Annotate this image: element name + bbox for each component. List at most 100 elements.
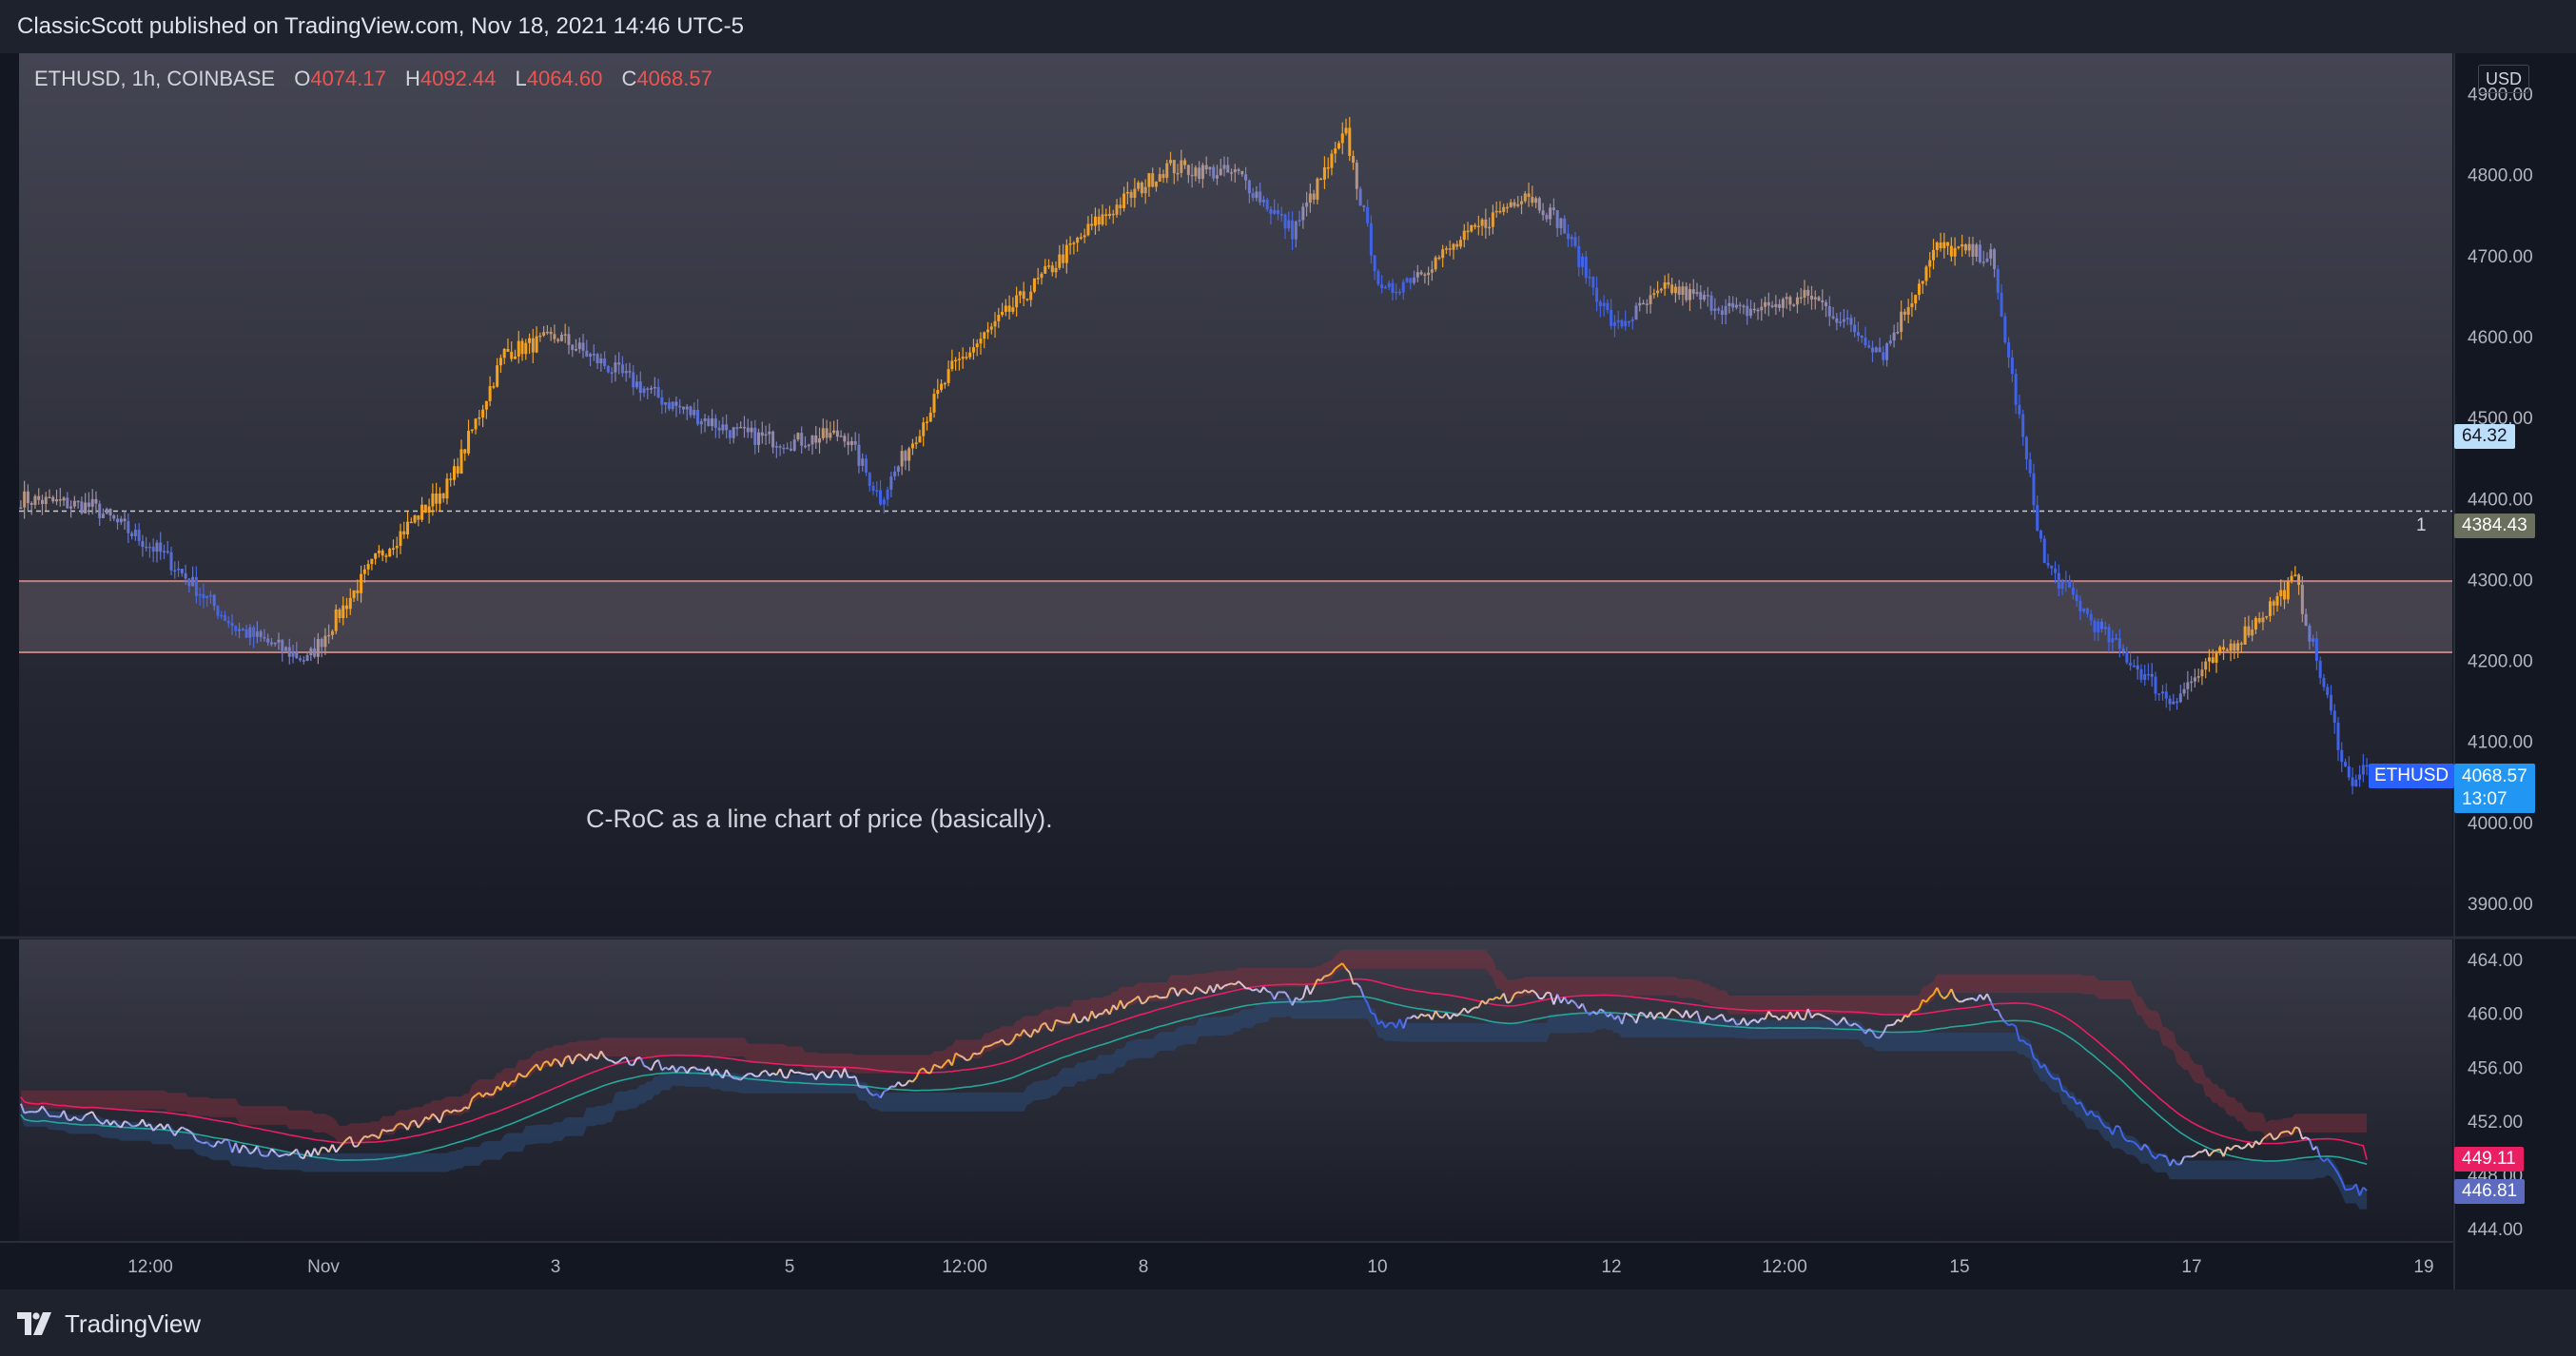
osc-price-segment bbox=[2294, 1126, 2299, 1130]
osc-price-segment bbox=[2105, 1126, 2110, 1130]
osc-axis-tick: 464.00 bbox=[2468, 951, 2523, 971]
osc-price-segment bbox=[1489, 998, 1493, 1001]
last-price-value: 4068.57 bbox=[2462, 766, 2527, 786]
osc-axis-tick: 460.00 bbox=[2468, 1005, 2523, 1025]
candle bbox=[1434, 255, 1437, 272]
chart-area[interactable]: 4900.004800.004700.004600.004500.004400.… bbox=[0, 0, 2576, 1289]
osc-price-segment bbox=[1055, 1018, 1061, 1022]
osc-price-segment bbox=[1266, 990, 1272, 994]
osc-price-segment bbox=[2158, 1153, 2163, 1157]
time-axis-tick: 19 bbox=[2413, 1257, 2433, 1277]
candle bbox=[1032, 278, 1036, 294]
candle bbox=[606, 364, 610, 374]
osc-price-segment bbox=[52, 1114, 57, 1118]
tradingview-logo-text: TradingView bbox=[65, 1308, 202, 1338]
candle bbox=[1358, 186, 1362, 206]
osc-price-segment bbox=[1969, 997, 1974, 1000]
candle bbox=[423, 504, 427, 513]
last-symbol-tag: ETHUSD bbox=[2369, 764, 2455, 788]
price-axis-tick: 4700.00 bbox=[2468, 247, 2533, 267]
osc-price-segment bbox=[987, 1044, 992, 1048]
price-axis-tick: 4300.00 bbox=[2468, 571, 2533, 591]
osc-price-segment bbox=[34, 1110, 39, 1114]
low-label: L bbox=[515, 67, 527, 90]
close-label: C bbox=[621, 67, 637, 90]
osc-price-segment bbox=[1639, 1011, 1644, 1015]
tradingview-logo-icon bbox=[17, 1312, 51, 1335]
osc-price-segment bbox=[2345, 1188, 2350, 1191]
osc-price-segment bbox=[260, 1153, 265, 1157]
time-axis-tick: 12:00 bbox=[942, 1257, 987, 1277]
osc-price-segment bbox=[858, 1085, 863, 1089]
osc-price-segment bbox=[24, 1111, 29, 1114]
osc-price-segment bbox=[203, 1141, 207, 1145]
high-value: 4092.44 bbox=[420, 67, 497, 90]
osc-price-segment bbox=[278, 1154, 283, 1158]
osc-price-segment bbox=[135, 1123, 140, 1128]
candle bbox=[388, 547, 392, 557]
osc-price-segment bbox=[973, 1052, 978, 1056]
osc-price-segment bbox=[322, 1146, 326, 1150]
osc-price-segment bbox=[458, 1110, 462, 1113]
candle bbox=[1376, 268, 1380, 286]
osc-price-segment bbox=[797, 1071, 802, 1075]
osc-price-segment bbox=[1227, 982, 1232, 986]
currency-button[interactable]: USD bbox=[2478, 65, 2529, 93]
osc-price-segment bbox=[801, 1072, 806, 1075]
osc-price-segment bbox=[364, 1134, 369, 1138]
low-value: 4064.60 bbox=[526, 67, 603, 90]
price-axis-tick: 4600.00 bbox=[2468, 328, 2533, 348]
bar-countdown: 13:07 bbox=[2462, 789, 2508, 809]
osc-price-segment bbox=[901, 1083, 907, 1087]
osc-price-segment bbox=[1324, 974, 1329, 978]
osc-price-segment bbox=[454, 1109, 459, 1113]
osc-price-segment bbox=[2026, 1042, 2031, 1046]
time-axis-tick: 10 bbox=[1367, 1257, 1387, 1277]
osc-axis-tick: 456.00 bbox=[2468, 1058, 2523, 1078]
time-axis-tick: 17 bbox=[2181, 1257, 2201, 1277]
price-axis-tick: 3900.00 bbox=[2468, 895, 2533, 915]
osc-price-segment bbox=[1965, 998, 1970, 1001]
osc-price-segment bbox=[2061, 1089, 2067, 1093]
osc-price-segment bbox=[385, 1129, 390, 1133]
time-axis-tick: 5 bbox=[785, 1257, 795, 1277]
osc-price-segment bbox=[489, 1093, 495, 1096]
osc-price-segment bbox=[833, 1069, 838, 1073]
osc-price-segment bbox=[2116, 1124, 2120, 1129]
price-tag-alt: 64.32 bbox=[2454, 424, 2515, 449]
hline-number: 1 bbox=[2416, 515, 2427, 535]
candle bbox=[2042, 534, 2046, 564]
osc-pink-tag: 449.11 bbox=[2454, 1147, 2524, 1172]
osc-price-segment bbox=[2130, 1140, 2135, 1144]
close-value: 4068.57 bbox=[636, 67, 712, 90]
main-pane-background bbox=[19, 53, 2452, 936]
osc-price-segment bbox=[285, 1153, 290, 1156]
symbol-name: ETHUSD, 1h, COINBASE bbox=[34, 67, 276, 90]
osc-axis-tick: 444.00 bbox=[2468, 1220, 2523, 1240]
osc-price-segment bbox=[1517, 991, 1522, 995]
candle bbox=[2003, 312, 2007, 345]
osc-price-segment bbox=[1371, 1012, 1376, 1016]
osc-price-segment bbox=[1223, 983, 1229, 987]
price-axis-tick: 4100.00 bbox=[2468, 733, 2533, 753]
price-axis-tick: 4000.00 bbox=[2468, 814, 2533, 834]
osc-price-segment bbox=[67, 1118, 71, 1122]
osc-price-segment bbox=[1152, 995, 1157, 998]
time-axis-tick: 8 bbox=[1139, 1257, 1149, 1277]
osc-price-segment bbox=[199, 1140, 205, 1145]
osc-price-segment bbox=[2349, 1188, 2353, 1191]
symbol-legend: ETHUSD, 1h, COINBASE O4074.17 H4092.44 L… bbox=[34, 67, 712, 91]
osc-price-segment bbox=[224, 1138, 229, 1141]
osc-price-segment bbox=[1059, 1019, 1064, 1024]
hline-price-tag: 4384.43 bbox=[2454, 513, 2535, 538]
osc-price-segment bbox=[733, 1076, 738, 1080]
last-price-tag: 4068.57 13:07 bbox=[2454, 764, 2535, 813]
osc-price-segment bbox=[2008, 1022, 2013, 1027]
osc-axis-tick: 452.00 bbox=[2468, 1113, 2523, 1133]
tradingview-logo[interactable]: TradingView bbox=[17, 1305, 201, 1343]
osc-blue-tag: 446.81 bbox=[2454, 1179, 2526, 1204]
chart-annotation: C-RoC as a line chart of price (basicall… bbox=[586, 804, 1053, 833]
time-axis-tick: 12 bbox=[1601, 1257, 1621, 1277]
time-axis-tick: 12:00 bbox=[1762, 1257, 1807, 1277]
osc-price-segment bbox=[959, 1055, 964, 1058]
